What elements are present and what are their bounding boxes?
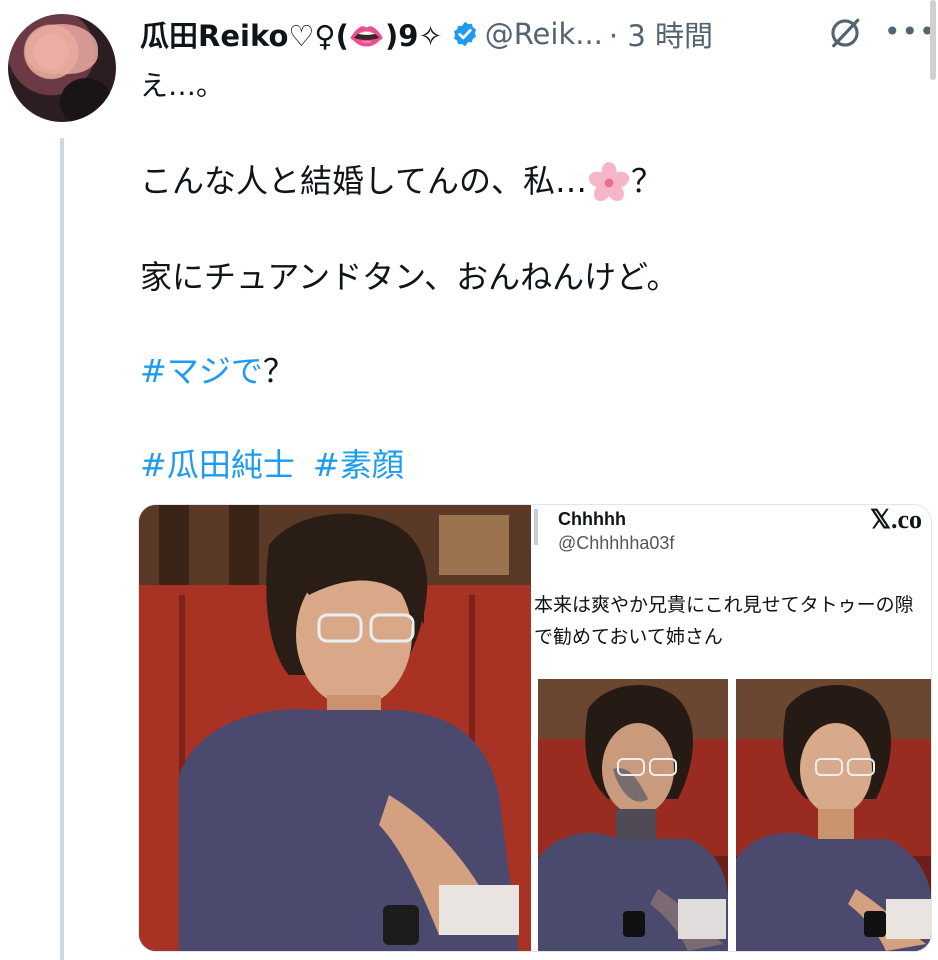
x-logo: 𝕏.co xyxy=(870,505,922,534)
timestamp[interactable]: · 3 時間 xyxy=(609,13,713,55)
verified-badge-icon xyxy=(453,21,476,47)
avatar-hair xyxy=(26,24,98,74)
tweet-text-line-2-end: ？ xyxy=(631,162,664,200)
tweet-text-line-2-main: こんな人と結婚してんの、私… xyxy=(140,162,588,200)
tweet-text-line-1: え…。 xyxy=(140,69,225,102)
tweet-header: 瓜田Reiko♡♀(👄)9✧ @Reik... · 3 時間 xyxy=(140,10,713,58)
media-quote-screenshot[interactable]: Chhhhh @Chhhhha03f 𝕏.co 本来は爽やか兄貴にこれ見せてタト… xyxy=(534,505,931,951)
quote-author-handle: @Chhhhha03f xyxy=(558,533,675,553)
hashtag-sugao[interactable]: #素顔 xyxy=(313,446,404,484)
tweet-text-line-2: こんな人と結婚してんの、私… ？ xyxy=(140,156,663,205)
grok-icon[interactable] xyxy=(828,16,862,50)
tweet-text-line-4-end: ？ xyxy=(262,352,295,390)
tweet-text-line-4: #マジで？ xyxy=(140,346,295,392)
quote-author-name: Chhhhh xyxy=(558,509,626,529)
user-handle[interactable]: @Reik... xyxy=(485,17,603,51)
tweet-media-grid[interactable]: Chhhhh @Chhhhha03f 𝕏.co 本来は爽やか兄貴にこれ見せてタト… xyxy=(138,504,932,952)
quote-text-line-1: 本来は爽やか兄貴にこれ見せてタトゥーの隙 xyxy=(534,594,914,616)
display-name[interactable]: 瓜田Reiko♡♀(👄)9✧ xyxy=(140,13,443,55)
avatar[interactable] xyxy=(8,14,116,122)
photo-man-illustration xyxy=(139,505,531,951)
quote-text: 本来は爽やか兄貴にこれ見せてタトゥーの隙 で勧めておいて姉さん xyxy=(534,589,914,653)
scrollbar[interactable] xyxy=(930,0,936,80)
quote-thumb-tattoo xyxy=(538,679,728,951)
quote-divider xyxy=(534,509,538,545)
tweet-hashtags: #瓜田純士 #素顔 xyxy=(140,440,404,486)
more-icon[interactable]: ••• xyxy=(884,12,936,52)
media-photo-left[interactable] xyxy=(139,505,531,951)
hashtag-urita-junshi[interactable]: #瓜田純士 xyxy=(140,446,295,484)
thread-line xyxy=(60,138,64,960)
tweet-text-line-3: 家にチュアンドタン、おんねんけど。 xyxy=(140,258,679,296)
quote-text-line-2: で勧めておいて姉さん xyxy=(534,626,723,648)
cherry-blossom-icon xyxy=(588,162,630,202)
quote-thumb-plain xyxy=(736,679,931,951)
hashtag-maji[interactable]: #マジで xyxy=(140,352,263,390)
avatar-pet xyxy=(60,78,112,122)
